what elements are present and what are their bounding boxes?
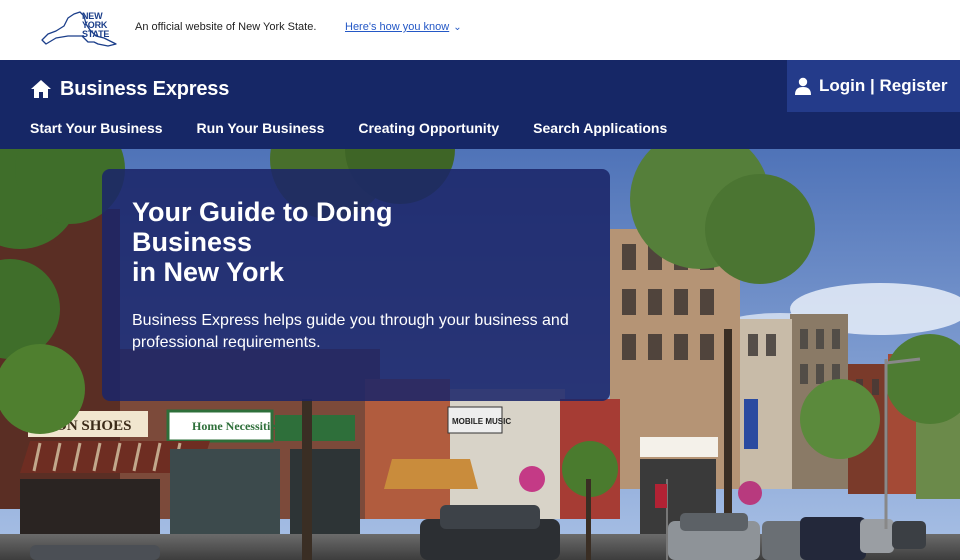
site-header: Business Express Login | Register Start … — [0, 60, 960, 149]
home-icon — [31, 80, 51, 98]
nav-creating-opportunity[interactable]: Creating Opportunity — [358, 120, 499, 136]
how-you-know-link[interactable]: Here's how you know ⌄ — [345, 21, 462, 33]
logo-text: NEW YORK STATE — [82, 12, 120, 39]
home-necessities-sign: Home Necessities — [192, 419, 281, 433]
hero-subtitle: Business Express helps guide you through… — [132, 312, 569, 351]
login-register-button[interactable]: Login | Register — [787, 60, 960, 112]
official-banner: NEW YORK STATE An official website of Ne… — [0, 0, 960, 60]
nav-search-applications[interactable]: Search Applications — [533, 120, 667, 136]
hero-card: Your Guide to Doing Business in New York… — [102, 169, 610, 401]
nav-run-your-business[interactable]: Run Your Business — [197, 120, 325, 136]
hero-title-line: Your Guide to Doing — [132, 197, 393, 227]
user-icon — [795, 77, 811, 95]
brand-name: Business Express — [60, 77, 230, 100]
music-store-sign: MOBILE MUSIC — [452, 417, 511, 426]
login-register-label: Login | Register — [819, 76, 948, 95]
hero-title: Your Guide to Doing Business in New York — [132, 197, 492, 287]
how-you-know-label: Here's how you know — [345, 21, 450, 33]
hero-title-line: in New York — [132, 257, 285, 287]
brand-home-link[interactable]: Business Express — [30, 75, 229, 103]
official-site-text: An official website of New York State. — [135, 21, 317, 33]
nav-start-your-business[interactable]: Start Your Business — [30, 120, 163, 136]
main-nav: Start Your Business Run Your Business Cr… — [30, 120, 701, 136]
chevron-down-icon: ⌄ — [453, 22, 462, 33]
hero-section: DSON SHOES Home Necessities MOBILE MUSIC — [0, 149, 960, 560]
nys-logo[interactable]: NEW YORK STATE — [38, 8, 120, 54]
logo-text-line: STATE — [82, 29, 110, 39]
hero-title-line: Business — [132, 227, 253, 257]
